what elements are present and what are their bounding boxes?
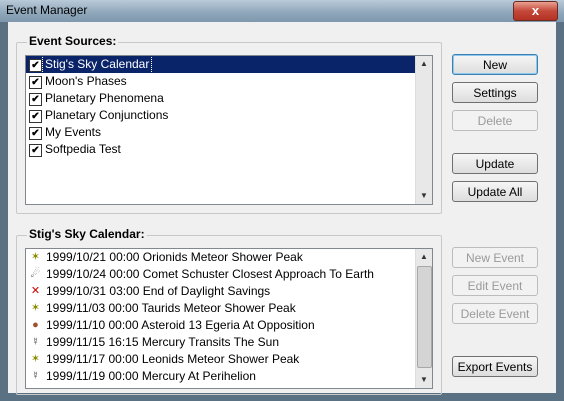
scroll-up-arrow-icon[interactable]: ▲ — [416, 249, 432, 265]
event-text: 1999/11/10 00:00 Asteroid 13 Egeria At O… — [46, 318, 315, 332]
scroll-up-arrow-icon[interactable]: ▲ — [416, 56, 432, 72]
event-sources-label: Event Sources: — [27, 34, 119, 48]
delete-event-button[interactable]: Delete Event — [452, 303, 538, 324]
sources-scrollbar[interactable]: ▲ ▼ — [415, 56, 432, 204]
scroll-down-arrow-icon[interactable]: ▼ — [416, 372, 432, 388]
source-label: Moon's Phases — [45, 74, 127, 88]
mercury-icon: ☿ — [31, 370, 40, 382]
event-item[interactable]: ☿ 1999/11/15 16:15 Mercury Transits The S… — [26, 334, 432, 351]
settings-button[interactable]: Settings — [452, 82, 538, 103]
scrollbar-thumb[interactable] — [417, 266, 432, 368]
source-checkbox[interactable]: ✔ — [29, 93, 42, 106]
source-checkbox[interactable]: ✔ — [29, 144, 42, 157]
meteor-shower-icon: ✶ — [30, 353, 41, 365]
source-label: Softpedia Test — [45, 142, 121, 156]
source-item[interactable]: ✔ Planetary Phenomena — [26, 90, 432, 107]
source-checkbox[interactable]: ✔ — [29, 110, 42, 123]
meteor-shower-icon: ✶ — [30, 302, 41, 314]
event-item[interactable]: ☿ 1999/11/19 00:00 Mercury At Perihelion — [26, 368, 432, 385]
source-item[interactable]: ✔ Stig's Sky Calendar — [26, 56, 416, 74]
event-item[interactable]: ● 1999/11/10 00:00 Asteroid 13 Egeria At … — [26, 317, 432, 334]
source-checkbox[interactable]: ✔ — [29, 76, 42, 89]
event-sources-list[interactable]: ✔ Stig's Sky Calendar ✔ Moon's Phases ✔ Plane… — [25, 55, 433, 205]
event-text: 1999/10/21 00:00 Orionids Meteor Shower … — [46, 250, 303, 264]
comet-icon: ☄ — [30, 268, 41, 280]
event-text: 1999/11/19 00:00 Mercury At Perihelion — [46, 369, 256, 383]
source-label: Planetary Phenomena — [45, 91, 164, 105]
event-item[interactable]: ☄ 1999/10/24 00:00 Comet Schuster Closest… — [26, 266, 432, 283]
update-button[interactable]: Update — [452, 153, 538, 174]
asteroid-icon: ● — [32, 319, 39, 331]
source-checkbox[interactable]: ✔ — [29, 127, 42, 140]
event-item[interactable]: ✶ 1999/11/17 00:00 Leonids Meteor Shower … — [26, 351, 432, 368]
event-list-group: Stig's Sky Calendar: ✶ 1999/10/21 00:00 O… — [16, 227, 442, 395]
event-list[interactable]: ✶ 1999/10/21 00:00 Orionids Meteor Shower… — [25, 248, 433, 389]
update-all-button[interactable]: Update All — [452, 181, 538, 202]
event-text: 1999/11/03 00:00 Taurids Meteor Shower P… — [46, 301, 296, 315]
new-button[interactable]: New — [452, 54, 538, 75]
event-item[interactable]: ✶ 1999/11/03 00:00 Taurids Meteor Shower … — [26, 300, 432, 317]
title-bar: Event Manager x — [0, 0, 564, 22]
event-text: 1999/11/17 00:00 Leonids Meteor Shower P… — [46, 352, 300, 366]
edit-event-button[interactable]: Edit Event — [452, 275, 538, 296]
source-label: Stig's Sky Calendar — [41, 56, 153, 74]
source-checkbox[interactable]: ✔ — [29, 59, 42, 72]
scroll-down-arrow-icon[interactable]: ▼ — [416, 188, 432, 204]
event-text: 1999/10/24 00:00 Comet Schuster Closest … — [46, 267, 374, 281]
new-event-button[interactable]: New Event — [452, 247, 538, 268]
source-label: Planetary Conjunctions — [45, 108, 169, 122]
event-list-label: Stig's Sky Calendar: — [27, 227, 147, 241]
event-item[interactable]: ✶ 1999/10/21 00:00 Orionids Meteor Shower… — [26, 249, 432, 266]
cross-icon: ✕ — [30, 285, 41, 297]
delete-button[interactable]: Delete — [452, 110, 538, 131]
mercury-icon: ☿ — [31, 336, 40, 348]
dialog-body: Event Sources: ✔ Stig's Sky Calendar ✔ Moon… — [8, 22, 556, 395]
events-scrollbar[interactable]: ▲ ▼ — [415, 249, 432, 388]
meteor-shower-icon: ✶ — [30, 251, 41, 263]
event-text: 1999/11/15 16:15 Mercury Transits The Su… — [46, 335, 280, 349]
event-item[interactable]: ✕ 1999/10/31 03:00 End of Daylight Saving… — [26, 283, 432, 300]
event-sources-group: Event Sources: ✔ Stig's Sky Calendar ✔ Moon… — [16, 34, 442, 214]
window-title: Event Manager — [6, 3, 88, 17]
close-button[interactable]: x — [513, 1, 558, 21]
source-label: My Events — [45, 125, 102, 139]
event-text: 1999/10/31 03:00 End of Daylight Savings — [46, 284, 271, 298]
source-item[interactable]: ✔ Planetary Conjunctions — [26, 107, 432, 124]
source-item[interactable]: ✔ My Events — [26, 124, 432, 141]
export-events-button[interactable]: Export Events — [452, 356, 538, 377]
source-item[interactable]: ✔ Softpedia Test — [26, 141, 432, 158]
source-item[interactable]: ✔ Moon's Phases — [26, 73, 432, 90]
